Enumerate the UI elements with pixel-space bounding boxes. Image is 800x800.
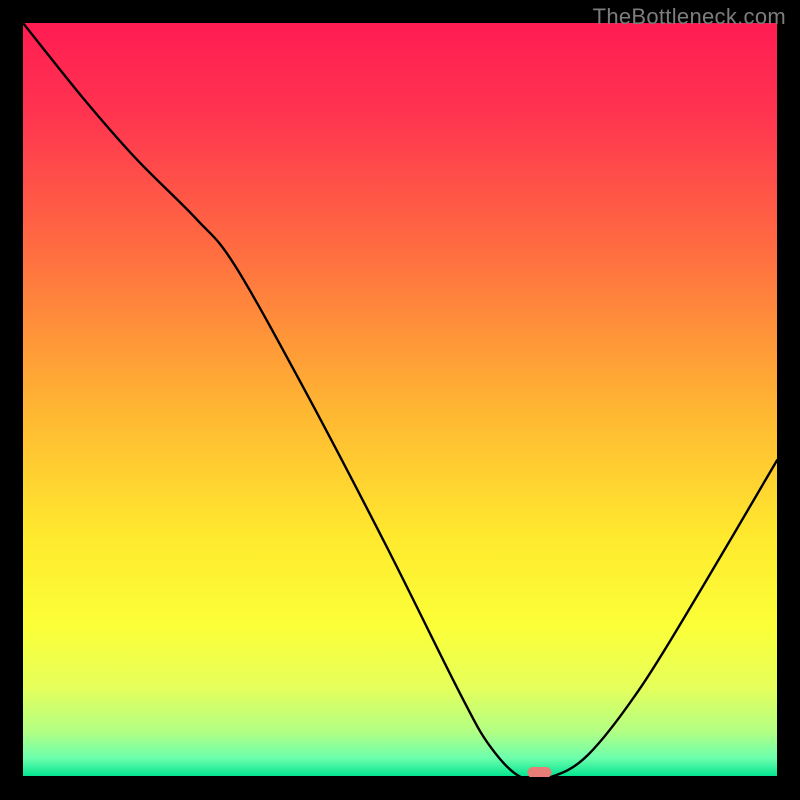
plot-area <box>23 23 777 777</box>
bottleneck-chart <box>23 23 777 777</box>
chart-frame: TheBottleneck.com <box>0 0 800 800</box>
optimal-marker <box>527 767 551 777</box>
watermark-text: TheBottleneck.com <box>593 4 786 30</box>
gradient-background <box>23 23 777 777</box>
